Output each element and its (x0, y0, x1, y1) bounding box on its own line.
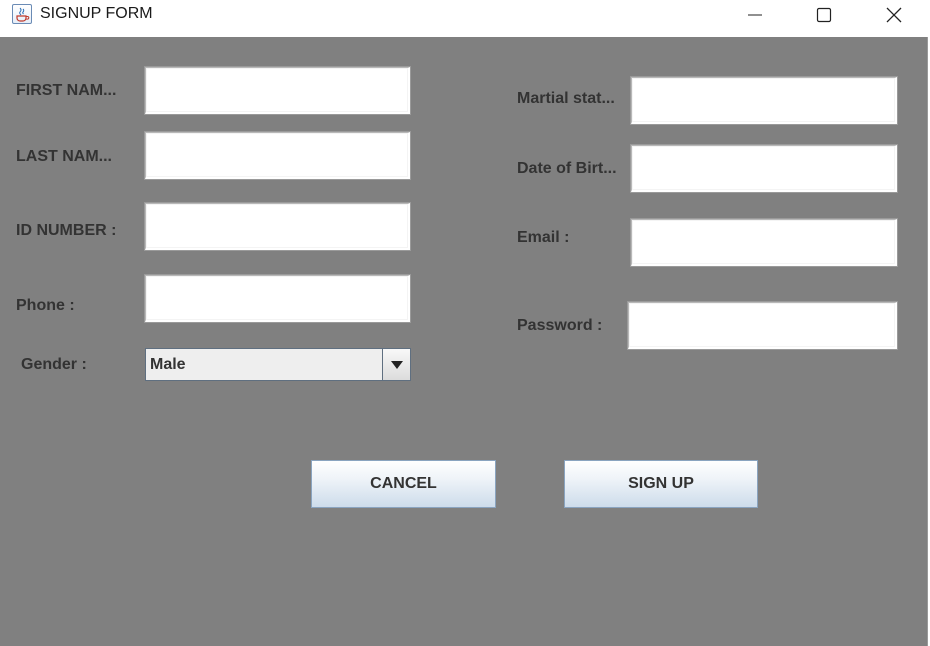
password-field[interactable] (627, 301, 898, 350)
password-label: Password : (517, 317, 603, 334)
id-number-label: ID NUMBER : (16, 222, 117, 239)
date-of-birth-field[interactable] (630, 144, 898, 193)
minimize-icon (748, 14, 762, 16)
phone-field[interactable] (144, 274, 411, 323)
java-app-icon[interactable] (12, 4, 32, 24)
window-title: SIGNUP FORM (40, 5, 153, 22)
last-name-field[interactable] (144, 131, 411, 180)
email-label: Email : (517, 229, 570, 246)
minimize-button[interactable] (732, 0, 778, 30)
title-bar: SIGNUP FORM (0, 0, 928, 37)
close-icon (886, 7, 902, 23)
maximize-button[interactable] (801, 0, 847, 30)
cancel-button[interactable]: CANCEL (311, 460, 496, 508)
marital-status-field[interactable] (630, 76, 898, 125)
first-name-field[interactable] (144, 66, 411, 115)
dropdown-arrow-button[interactable] (382, 349, 410, 380)
signup-window: SIGNUP FORM FIRST NAM... LAST NAM... ID … (0, 0, 928, 646)
first-name-label: FIRST NAM... (16, 82, 117, 99)
gender-label: Gender : (21, 356, 87, 373)
maximize-icon (816, 7, 832, 23)
marital-status-label: Martial stat... (517, 90, 615, 107)
triangle-down-icon (390, 360, 403, 369)
phone-label: Phone : (16, 297, 75, 314)
sign-up-button[interactable]: SIGN UP (564, 460, 758, 508)
close-button[interactable] (871, 0, 917, 30)
gender-dropdown[interactable]: Male (145, 348, 411, 381)
email-field[interactable] (630, 218, 898, 267)
date-of-birth-label: Date of Birt... (517, 160, 617, 177)
last-name-label: LAST NAM... (16, 148, 112, 165)
gender-selected-value: Male (150, 356, 186, 373)
id-number-field[interactable] (144, 202, 411, 251)
